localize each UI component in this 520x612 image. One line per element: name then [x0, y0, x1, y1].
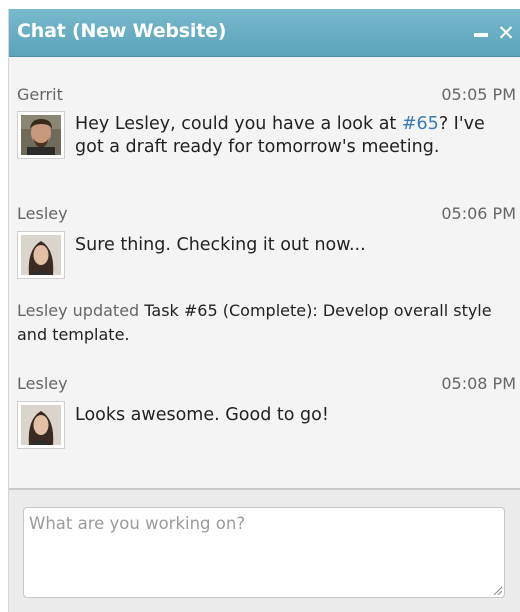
resize-grip-icon[interactable] [492, 585, 502, 595]
chat-titlebar[interactable]: Chat (New Website) ✕ [9, 9, 520, 57]
message-author: Lesley [17, 204, 68, 223]
avatar[interactable] [17, 111, 65, 159]
avatar-lesley-image [21, 405, 61, 445]
message-list: Gerrit 05:05 PM Hey Lesley, could you ha… [9, 58, 520, 487]
activity-update: Lesley updated Task #65 (Complete): Deve… [17, 299, 507, 347]
chat-window: Chat (New Website) ✕ Gerrit 05:05 PM Hey… [8, 9, 520, 612]
message-author: Gerrit [17, 85, 63, 104]
message-text-start: Hey Lesley, could you have a look at [75, 114, 402, 134]
message-text: Looks awesome. Good to go! [75, 405, 329, 425]
activity-actor: Lesley updated [17, 301, 140, 320]
task-link[interactable]: #65 [402, 114, 439, 134]
message-time: 05:08 PM [441, 374, 516, 393]
minimize-icon[interactable] [474, 33, 488, 37]
message-text: Hey Lesley, could you have a look at #65… [75, 113, 515, 159]
chat-input[interactable] [23, 507, 505, 598]
chat-title: Chat (New Website) [17, 20, 227, 42]
message-time: 05:05 PM [441, 85, 516, 104]
composer [9, 488, 520, 612]
message-author: Lesley [17, 374, 68, 393]
close-icon[interactable]: ✕ [496, 22, 516, 44]
avatar[interactable] [17, 231, 65, 279]
avatar-lesley-image [21, 235, 61, 275]
avatar[interactable] [17, 401, 65, 449]
avatar-gerrit-image [21, 115, 61, 155]
message-text: Sure thing. Checking it out now... [75, 235, 366, 255]
message-time: 05:06 PM [441, 204, 516, 223]
